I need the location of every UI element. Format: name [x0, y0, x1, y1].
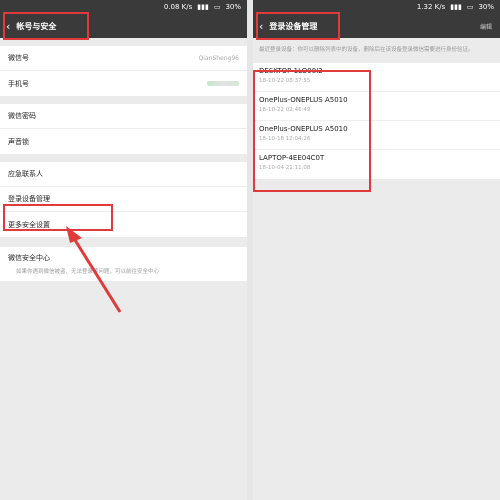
password-row[interactable]: 微信密码 [0, 104, 247, 129]
battery-level: 30% [225, 3, 241, 11]
account-group: 微信号 QianSheng96 手机号 [0, 46, 247, 96]
battery-level: 30% [478, 3, 494, 11]
network-speed: 1.32 K/s [416, 3, 446, 11]
wechat-id-value: QianSheng96 [198, 54, 239, 62]
back-arrow-icon[interactable]: ‹ [259, 20, 263, 33]
signal-icon: ▮▮▮ [197, 3, 209, 11]
device-time: 18-10-18 12:04:26 [259, 136, 311, 142]
status-bar: 1.32 K/s ▮▮▮ ▭ 30% [253, 0, 500, 14]
row-label: 声音锁 [8, 137, 29, 146]
left-screen: 0.08 K/s ▮▮▮ ▭ 30% ‹ 帐号与安全 微信号 QianSheng… [0, 0, 247, 500]
more-security-row[interactable]: 更多安全设置 [0, 212, 247, 237]
security-center-desc: 如果你遇到微信被盗、无法登录等问题，可以前往安全中心 [16, 269, 160, 275]
status-bar: 0.08 K/s ▮▮▮ ▭ 30% [0, 0, 247, 14]
title-bar: ‹ 登录设备管理 编辑 [253, 14, 500, 38]
row-label: 微信号 [8, 54, 29, 62]
device-hint: 最近登录设备：你可以删除列表中的设备，删除后在该设备登录微信需要进行身份验证。 [259, 47, 474, 53]
signal-icon: ▮▮▮ [450, 3, 462, 11]
row-label: 手机号 [8, 79, 29, 88]
title-bar: ‹ 帐号与安全 [0, 14, 247, 38]
phone-value-blurred [207, 81, 239, 86]
edit-button[interactable]: 编辑 [480, 22, 492, 31]
page-title: 登录设备管理 [269, 21, 318, 31]
device-name: OnePlus-ONEPLUS A5010 [259, 96, 348, 104]
device-time: 18-10-04 21:11:08 [259, 165, 311, 171]
password-group: 微信密码 声音锁 [0, 104, 247, 154]
device-item[interactable]: OnePlus-ONEPLUS A5010 18-10-22 02:46:49 [253, 92, 500, 121]
device-list: DESKTOP-1LO98I2 18-10-22 08:37:55 OnePlu… [253, 63, 500, 179]
device-name: OnePlus-ONEPLUS A5010 [259, 125, 348, 133]
device-item[interactable]: DESKTOP-1LO98I2 18-10-22 08:37:55 [253, 63, 500, 92]
device-management-row[interactable]: 登录设备管理 [0, 187, 247, 212]
network-speed: 0.08 K/s [163, 3, 193, 11]
row-label: 登录设备管理 [8, 195, 50, 203]
battery-icon: ▭ [213, 3, 221, 11]
battery-icon: ▭ [466, 3, 474, 11]
phone-row[interactable]: 手机号 [0, 71, 247, 96]
security-center-title: 微信安全中心 [8, 254, 50, 262]
device-time: 18-10-22 08:37:55 [259, 78, 311, 84]
right-screen: 1.32 K/s ▮▮▮ ▭ 30% ‹ 登录设备管理 编辑 最近登录设备：你可… [253, 0, 500, 500]
row-label: 微信密码 [8, 112, 36, 120]
device-item[interactable]: LAPTOP-4EE04C0T 18-10-04 21:11:08 [253, 150, 500, 179]
device-item[interactable]: OnePlus-ONEPLUS A5010 18-10-18 12:04:26 [253, 121, 500, 150]
emergency-contact-row[interactable]: 应急联系人 [0, 162, 247, 187]
device-name: LAPTOP-4EE04C0T [259, 154, 325, 162]
row-label: 更多安全设置 [8, 220, 50, 229]
device-time: 18-10-22 02:46:49 [259, 107, 311, 113]
security-group: 应急联系人 登录设备管理 更多安全设置 [0, 162, 247, 237]
wechat-id-row[interactable]: 微信号 QianSheng96 [0, 46, 247, 71]
row-label: 应急联系人 [8, 170, 43, 178]
voice-lock-row[interactable]: 声音锁 [0, 129, 247, 154]
page-title: 帐号与安全 [16, 21, 57, 31]
device-name: DESKTOP-1LO98I2 [259, 67, 323, 75]
security-center[interactable]: 微信安全中心 如果你遇到微信被盗、无法登录等问题，可以前往安全中心 [0, 247, 247, 281]
back-arrow-icon[interactable]: ‹ [6, 20, 10, 33]
